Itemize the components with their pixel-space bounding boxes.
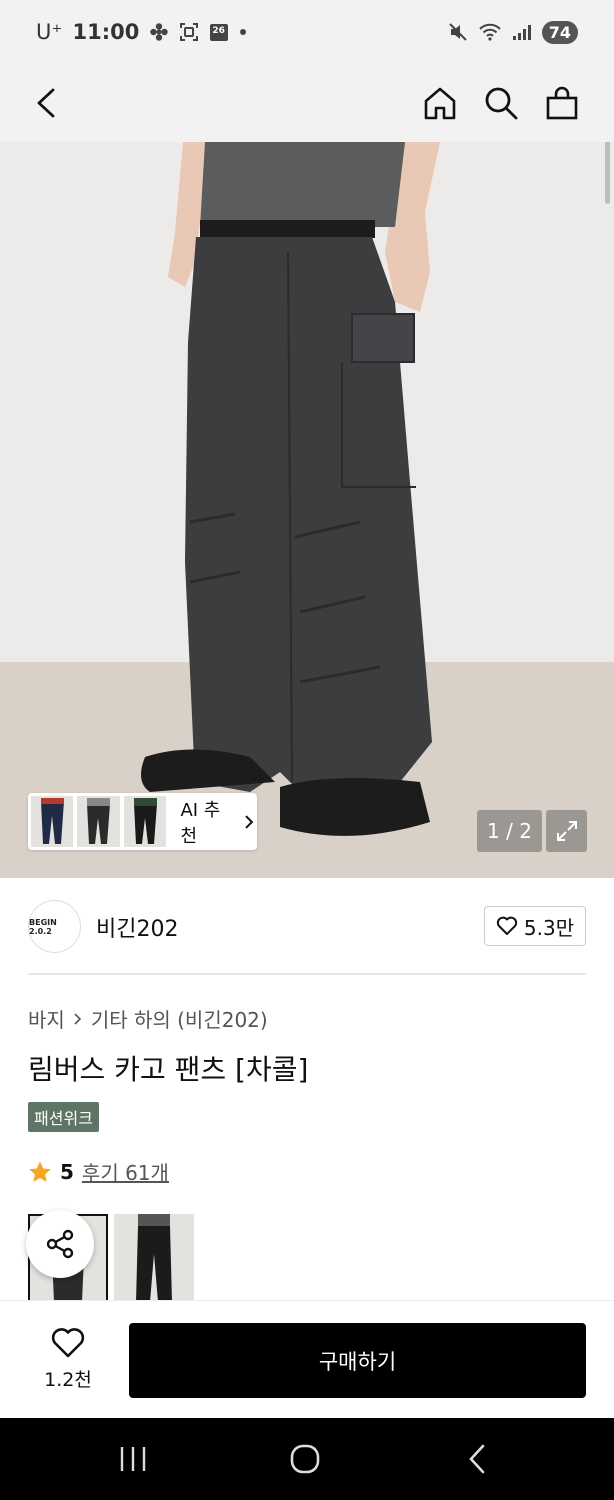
rating-row: 5 후기 61개 xyxy=(28,1157,169,1186)
product-photo-illustration xyxy=(0,142,614,878)
heart-icon xyxy=(496,916,518,935)
wifi-icon xyxy=(478,22,502,42)
calendar-day: 26 xyxy=(212,26,225,36)
star-icon xyxy=(29,1161,51,1182)
wishlist-button[interactable]: 1.2천 xyxy=(28,1327,108,1392)
heart-icon xyxy=(51,1328,85,1358)
home-system-button[interactable] xyxy=(275,1438,335,1480)
signal-icon xyxy=(512,23,532,41)
expand-icon xyxy=(556,821,577,841)
brand-logo[interactable]: BEGIN 2.0.2 xyxy=(28,900,81,953)
status-right: 74 xyxy=(448,20,578,44)
system-nav-bar xyxy=(0,1418,614,1500)
carrier-label: U⁺ xyxy=(36,20,63,44)
fashion-week-badge: 패션위크 xyxy=(28,1102,99,1132)
review-link[interactable]: 후기 61개 xyxy=(82,1157,169,1186)
wishlist-count: 1.2천 xyxy=(44,1369,92,1391)
breadcrumb-subcategory[interactable]: 기타 하의 (비긴202) xyxy=(91,1004,268,1033)
dot-icon xyxy=(239,28,247,36)
chevron-right-icon xyxy=(245,814,254,829)
scrollbar[interactable] xyxy=(605,142,610,204)
top-app-bar xyxy=(0,64,614,142)
divider xyxy=(28,973,586,975)
product-title: 림버스 카고 팬츠 [차콜] xyxy=(28,1053,309,1086)
system-back-button[interactable] xyxy=(447,1438,507,1480)
battery-indicator: 74 xyxy=(541,20,578,44)
color-option-black[interactable] xyxy=(114,1214,194,1304)
screenshot-icon xyxy=(179,22,199,42)
recent-apps-icon xyxy=(120,1447,146,1471)
recent-apps-button[interactable] xyxy=(103,1438,163,1480)
ai-recommend-text: AI 추천 xyxy=(180,799,221,847)
brand-name[interactable]: 비긴202 xyxy=(96,911,178,943)
expand-image-button[interactable] xyxy=(546,810,587,852)
buy-button[interactable]: 구매하기 xyxy=(129,1323,586,1398)
home-circle-icon xyxy=(290,1444,320,1474)
calendar-icon: 26 xyxy=(209,22,229,42)
product-image[interactable] xyxy=(0,142,614,878)
ai-recommend-strip[interactable]: AI 추천 xyxy=(28,793,257,850)
mute-icon xyxy=(448,22,468,42)
back-arrow-icon xyxy=(469,1444,485,1474)
status-bar: U⁺ 11:00 26 74 xyxy=(0,0,614,64)
search-icon xyxy=(485,87,518,120)
recommend-thumb[interactable] xyxy=(31,796,74,847)
cart-button[interactable] xyxy=(537,78,587,128)
breadcrumb-category[interactable]: 바지 xyxy=(28,1004,65,1033)
ai-recommend-label: AI 추천 xyxy=(180,796,254,848)
bottom-action-bar: 1.2천 구매하기 xyxy=(0,1300,614,1418)
search-button[interactable] xyxy=(476,78,526,128)
recommend-thumb[interactable] xyxy=(123,796,167,847)
brand-row: BEGIN 2.0.2 비긴202 5.3만 xyxy=(0,878,614,974)
home-button[interactable] xyxy=(415,78,465,128)
brand-like-button[interactable]: 5.3만 xyxy=(484,906,586,946)
back-arrow-icon xyxy=(37,88,55,118)
chevron-right-icon xyxy=(74,1012,81,1025)
share-icon xyxy=(46,1229,74,1259)
status-left: U⁺ 11:00 26 xyxy=(36,20,247,44)
brand-like-count: 5.3만 xyxy=(523,915,575,940)
share-button[interactable] xyxy=(26,1210,94,1278)
recommend-thumb[interactable] xyxy=(77,796,120,847)
clock: 11:00 xyxy=(72,20,140,44)
rating-score: 5 xyxy=(60,1159,74,1184)
home-icon xyxy=(424,87,456,120)
image-page-counter: 1 / 2 xyxy=(477,810,542,852)
shopping-bag-icon xyxy=(546,86,578,120)
flower-icon xyxy=(149,22,169,42)
breadcrumb: 바지 기타 하의 (비긴202) xyxy=(28,1004,268,1033)
back-button[interactable] xyxy=(22,78,72,128)
